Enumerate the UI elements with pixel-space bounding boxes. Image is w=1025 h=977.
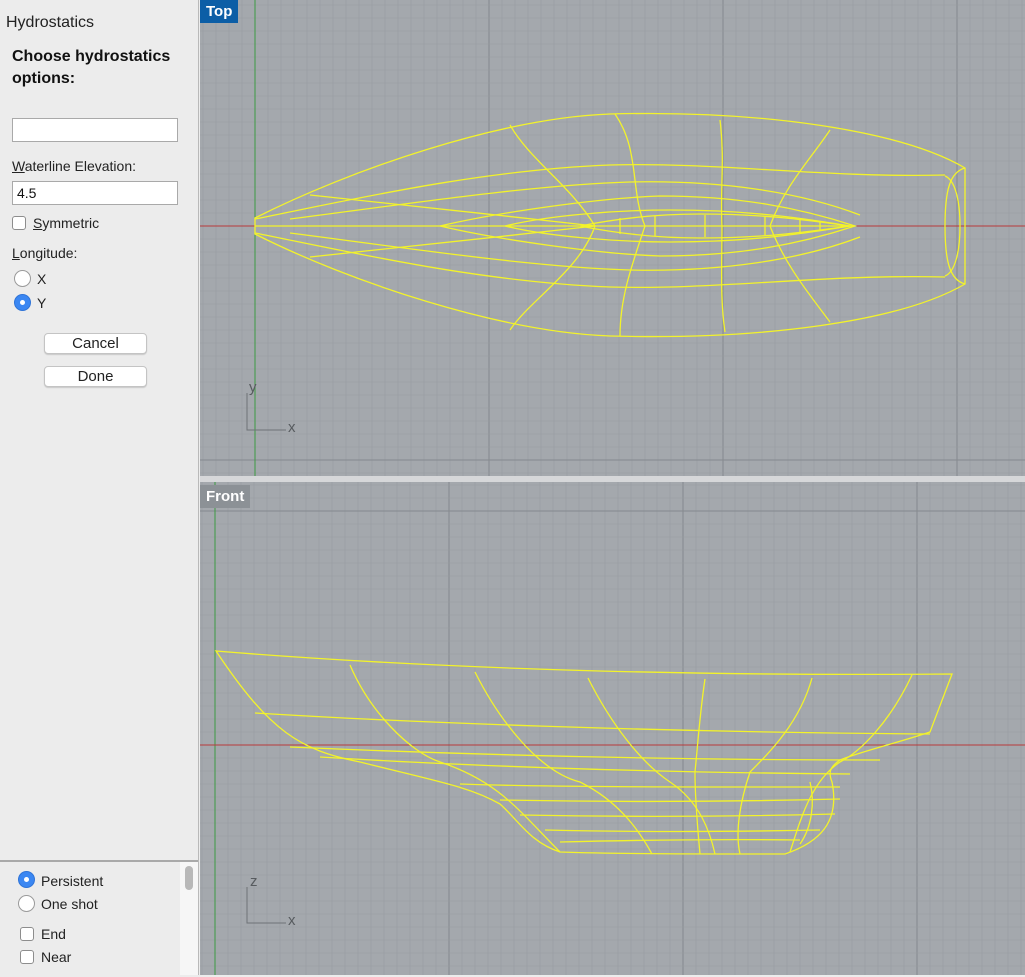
command-input[interactable] [12,118,178,142]
front-widget-axis-2-label: x [288,912,296,929]
osnap-near-label: Near [41,949,72,965]
front-widget-axis-1-label: z [250,873,258,890]
osnap-scrollbar-thumb[interactable] [185,866,193,890]
one-shot-radio[interactable] [18,895,35,912]
top-viewport-tab[interactable]: Top [200,0,239,23]
longitude-label: Longitude: [12,245,77,261]
hull-top-view [254,112,966,338]
persistent-radio[interactable] [18,871,35,888]
cancel-button[interactable]: Cancel [44,333,147,354]
osnap-end-label: End [41,926,66,942]
longitude-x-label: X [37,271,47,287]
hydrostatics-panel: Hydrostatics Choose hydrostatics options… [0,0,199,975]
top-viewport[interactable]: y x Top [200,0,1025,476]
symmetric-label-text: ymmetric [42,215,100,231]
symmetric-mnemonic: S [33,215,43,231]
waterline-mnemonic: W [12,158,25,174]
osnap-near-checkbox[interactable] [20,950,34,964]
longitude-y-label: Y [37,295,47,311]
one-shot-label: One shot [41,896,98,912]
waterline-label-text: aterline Elevation: [24,158,136,174]
hull-front-view [214,650,953,855]
front-viewport[interactable]: z x Front [200,482,1025,975]
longitude-y-radio[interactable] [14,294,31,311]
persistent-label: Persistent [41,873,104,889]
front-viewport-tab[interactable]: Front [200,485,251,508]
waterline-elevation-field[interactable]: 4.5 [12,181,178,205]
waterline-elevation-label: Waterline Elevation: [12,158,136,174]
top-axis-widget [246,393,286,431]
top-widget-axis-2-label: x [288,419,296,436]
osnap-end-checkbox[interactable] [20,927,34,941]
top-viewport-canvas: y x [200,0,1025,476]
longitude-x-radio[interactable] [14,270,31,287]
longitude-mnemonic: L [12,245,20,261]
done-button[interactable]: Done [44,366,147,387]
panel-title: Hydrostatics [6,14,95,31]
longitude-label-text: ongitude: [19,245,78,261]
top-widget-axis-1-label: y [249,379,257,396]
symmetric-label: Symmetric [33,215,99,231]
command-prompt-heading: Choose hydrostatics options: [12,48,171,87]
front-viewport-canvas: z x [200,482,1025,975]
symmetric-checkbox[interactable] [12,216,26,230]
